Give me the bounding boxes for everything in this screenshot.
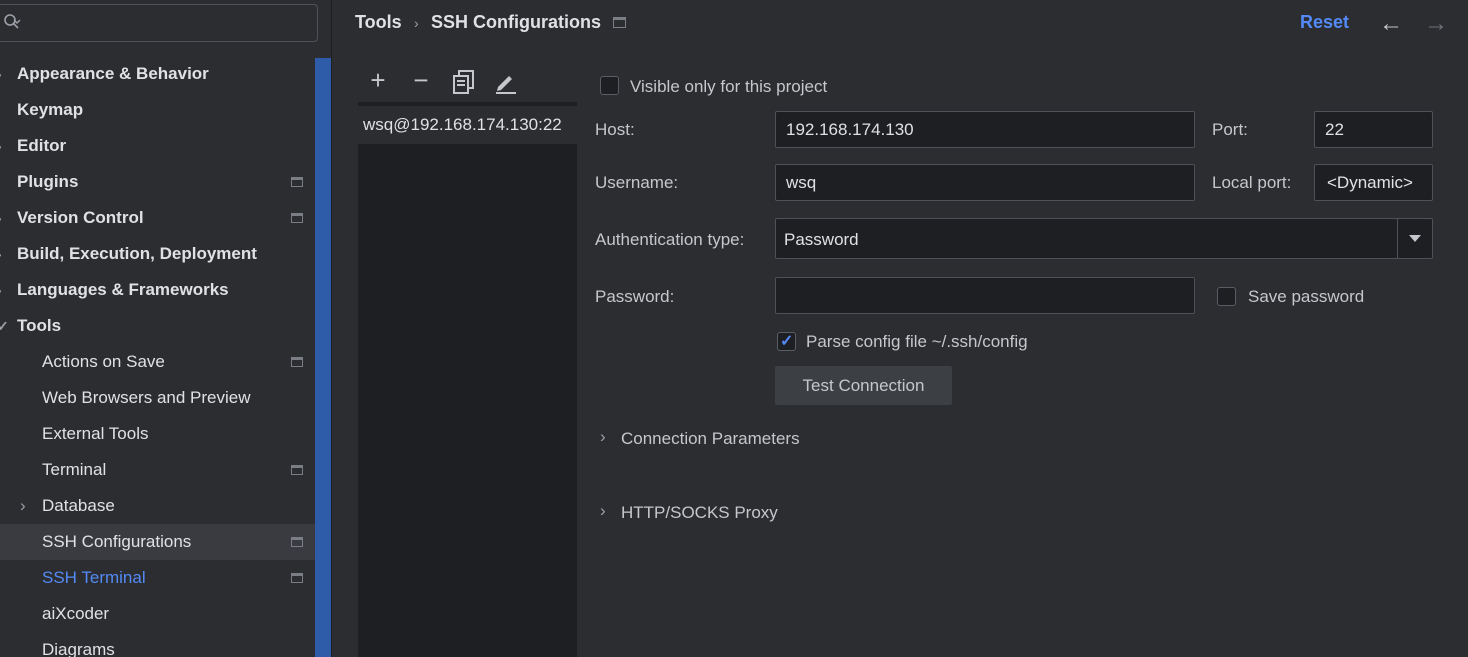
local-port-label: Local port:	[1212, 173, 1292, 192]
sidebar-item-editor[interactable]: › Editor	[0, 128, 315, 164]
parse-config-checkbox[interactable]: ✓	[777, 332, 796, 351]
sidebar-item-label: aiXcoder	[42, 604, 110, 623]
connection-parameters-label: Connection Parameters	[621, 429, 800, 448]
sidebar-scrollbar[interactable]	[315, 58, 331, 657]
main-panel: Tools › SSH Configurations Reset ← → + −…	[332, 0, 1468, 657]
settings-search-input[interactable]	[0, 4, 318, 42]
sidebar-item-version-control[interactable]: › Version Control	[0, 200, 315, 236]
checkmark-icon: ✓	[780, 333, 794, 350]
sidebar-item-diagrams[interactable]: Diagrams	[0, 632, 315, 657]
sidebar-item-aixcoder[interactable]: aiXcoder	[0, 596, 315, 632]
sidebar-item-keymap[interactable]: Keymap	[0, 92, 315, 128]
save-password-checkbox[interactable]	[1217, 287, 1236, 306]
username-field[interactable]: wsq	[775, 164, 1195, 201]
sidebar-item-label: SSH Configurations	[42, 532, 192, 551]
sidebar-item-label: Actions on Save	[42, 352, 165, 371]
sidebar-item-ssh-configurations[interactable]: SSH Configurations	[0, 524, 315, 560]
port-label: Port:	[1212, 120, 1248, 139]
chevron-down-icon[interactable]: ✓	[0, 308, 9, 344]
sidebar-item-appearance-behavior[interactable]: › Appearance & Behavior	[0, 56, 315, 92]
project-scope-icon	[291, 357, 303, 367]
breadcrumb-current: SSH Configurations	[431, 12, 601, 32]
sidebar-item-label: External Tools	[42, 424, 149, 443]
sidebar-item-label: Languages & Frameworks	[17, 280, 229, 299]
sidebar-item-label: Terminal	[42, 460, 107, 479]
port-field[interactable]: 22	[1314, 111, 1433, 148]
local-port-field[interactable]: <Dynamic>	[1314, 164, 1433, 201]
sidebar-item-label: Build, Execution, Deployment	[17, 244, 257, 263]
project-scope-icon	[291, 573, 303, 583]
auth-type-select[interactable]: Password	[775, 218, 1433, 259]
sidebar-item-ssh-terminal[interactable]: SSH Terminal	[0, 560, 315, 596]
chevron-down-icon	[13, 19, 21, 24]
breadcrumb-separator: ›	[414, 15, 419, 31]
dropdown-button[interactable]	[1397, 219, 1432, 258]
sidebar-item-web-browsers-and-preview[interactable]: Web Browsers and Preview	[0, 380, 315, 416]
auth-type-value: Password	[784, 230, 859, 249]
sidebar-item-label: Diagrams	[42, 640, 115, 657]
chevron-right-icon[interactable]: ›	[0, 236, 7, 272]
parse-config-label: Parse config file ~/.ssh/config	[806, 332, 1028, 351]
back-arrow-icon[interactable]: ←	[1379, 10, 1403, 38]
project-scope-icon	[291, 537, 303, 547]
sidebar-item-external-tools[interactable]: External Tools	[0, 416, 315, 452]
host-label: Host:	[595, 120, 635, 139]
sidebar-item-label: Database	[42, 496, 115, 515]
sidebar-item-label: Plugins	[17, 172, 79, 191]
chevron-right-icon[interactable]: ›	[20, 488, 26, 524]
copy-icon[interactable]	[453, 70, 475, 94]
visible-only-label: Visible only for this project	[630, 77, 828, 96]
visible-only-checkbox[interactable]	[600, 76, 619, 95]
sidebar-item-label: Appearance & Behavior	[17, 64, 209, 83]
chevron-down-icon	[1409, 235, 1421, 242]
auth-type-label: Authentication type:	[595, 230, 745, 249]
edit-icon[interactable]	[494, 70, 518, 94]
sidebar-item-plugins[interactable]: Plugins	[0, 164, 315, 200]
sidebar-item-label: Web Browsers and Preview	[42, 388, 251, 407]
sidebar-item-label: Tools	[17, 316, 62, 335]
chevron-right-icon: ›	[600, 501, 606, 520]
chevron-right-icon: ›	[600, 427, 606, 446]
sidebar-item-label: Version Control	[17, 208, 144, 227]
config-list: wsq@192.168.174.130:22	[358, 102, 577, 657]
sidebar-item-tools[interactable]: ✓ Tools	[0, 308, 315, 344]
sidebar-item-label: SSH Terminal	[42, 568, 146, 587]
password-label: Password:	[595, 287, 675, 306]
password-field[interactable]	[775, 277, 1195, 314]
sidebar-item-database[interactable]: › Database	[0, 488, 315, 524]
sidebar-item-actions-on-save[interactable]: Actions on Save	[0, 344, 315, 380]
sidebar-item-terminal[interactable]: Terminal	[0, 452, 315, 488]
chevron-right-icon[interactable]: ›	[0, 56, 7, 92]
sidebar-item-build-execution-deployment[interactable]: › Build, Execution, Deployment	[0, 236, 315, 272]
sidebar-item-label: Editor	[17, 136, 67, 155]
host-field[interactable]: 192.168.174.130	[775, 111, 1195, 148]
reset-button[interactable]: Reset	[1300, 12, 1349, 33]
sidebar-item-label: Keymap	[17, 100, 84, 119]
list-item[interactable]: wsq@192.168.174.130:22	[358, 106, 577, 144]
sidebar-item-languages-frameworks[interactable]: › Languages & Frameworks	[0, 272, 315, 308]
project-scope-icon	[291, 465, 303, 475]
chevron-right-icon[interactable]: ›	[0, 128, 7, 164]
settings-sidebar: › Appearance & Behavior Keymap › Editor Plugi…	[0, 0, 331, 657]
remove-icon[interactable]: −	[407, 66, 435, 94]
chevron-right-icon[interactable]: ›	[0, 200, 7, 236]
chevron-right-icon[interactable]: ›	[0, 272, 7, 308]
forward-arrow-icon[interactable]: →	[1424, 10, 1448, 38]
breadcrumb-parent[interactable]: Tools	[355, 12, 402, 33]
save-password-label: Save password	[1248, 287, 1365, 306]
http-proxy-label: HTTP/SOCKS Proxy	[621, 503, 778, 522]
username-label: Username:	[595, 173, 679, 192]
config-list-toolbar: + −	[358, 62, 577, 102]
test-connection-button[interactable]: Test Connection	[775, 366, 952, 405]
project-scope-icon	[291, 213, 303, 223]
add-icon[interactable]: +	[364, 66, 392, 94]
project-scope-icon	[613, 17, 626, 28]
project-scope-icon	[291, 177, 303, 187]
